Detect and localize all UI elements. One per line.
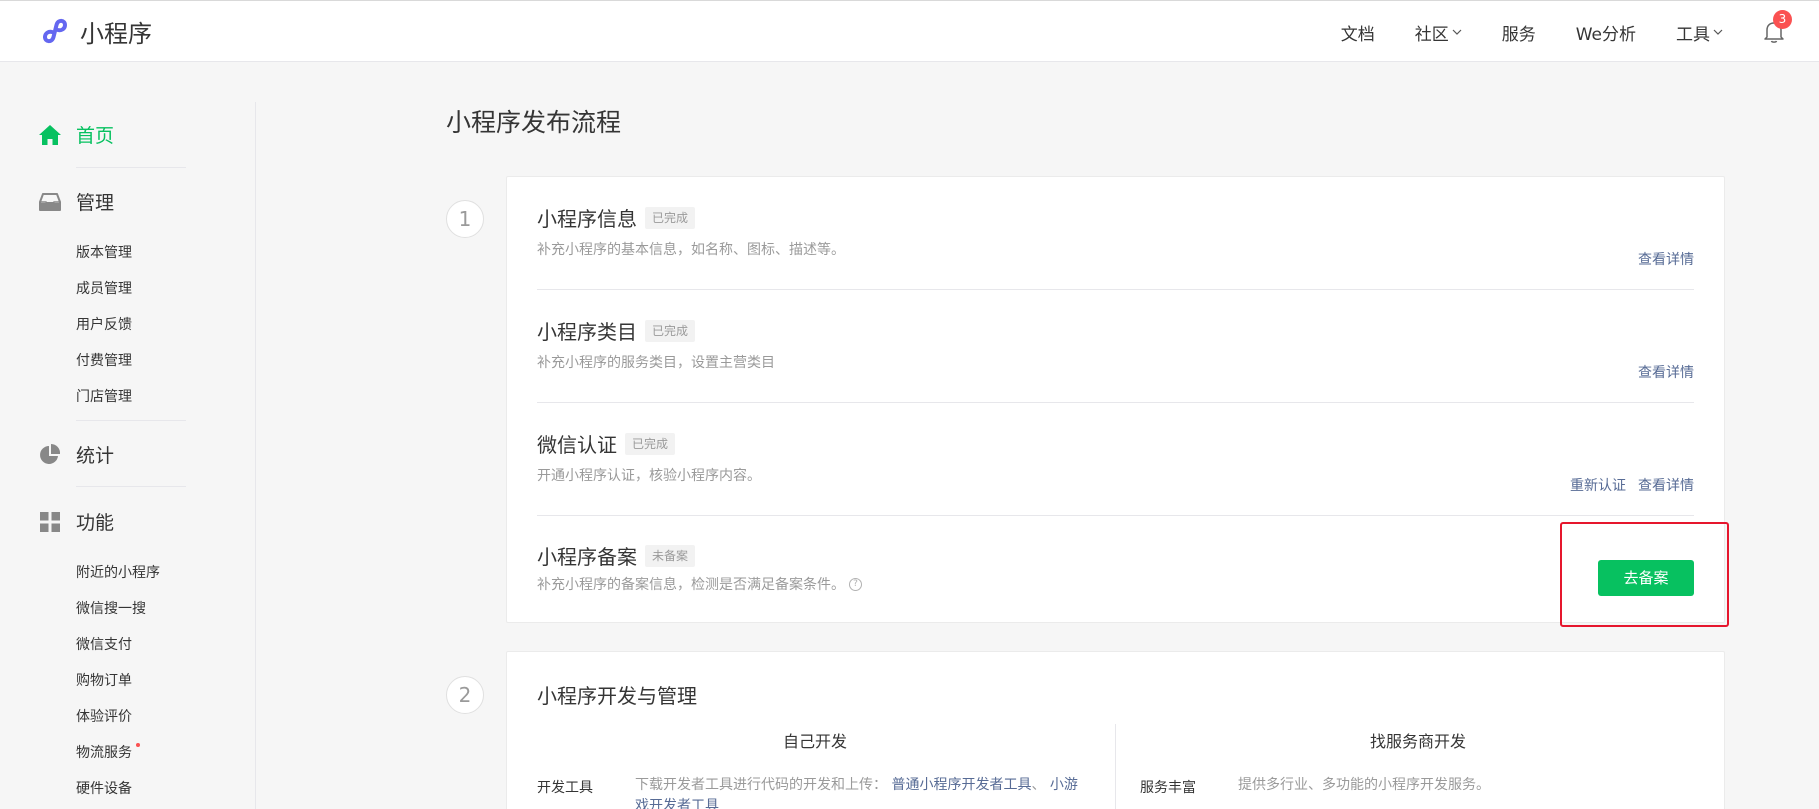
step-row-category: 小程序类目 已完成 补充小程序的服务类目，设置主营类目 查看详情 bbox=[537, 316, 1694, 403]
nav-docs[interactable]: 文档 bbox=[1341, 20, 1375, 45]
row-divider bbox=[537, 515, 1694, 516]
row-actions: 重新认证 查看详情 bbox=[1558, 475, 1694, 495]
service-provider-heading: 找服务商开发 bbox=[1370, 732, 1467, 751]
sidebar-separator bbox=[76, 486, 186, 487]
status-tag: 已完成 bbox=[645, 319, 696, 342]
sidebar-item-home-label: 首页 bbox=[76, 125, 115, 147]
sidebar: 首页 管理 版本管理 成员管理 用户反馈 付费管理 门店管理 统计 功能 附近的… bbox=[0, 62, 256, 809]
status-tag: 已完成 bbox=[625, 432, 676, 455]
nav-tools[interactable]: 工具 bbox=[1676, 20, 1723, 45]
sidebar-item-stats[interactable]: 统计 bbox=[38, 441, 114, 468]
nav-community-label: 社区 bbox=[1414, 24, 1449, 45]
notification-badge: 3 bbox=[1773, 10, 1792, 29]
mini-program-devtools-link[interactable]: 普通小程序开发者工具 bbox=[891, 777, 1031, 793]
sidebar-subitem-orders[interactable]: 购物订单 bbox=[76, 670, 132, 690]
page-title: 小程序发布流程 bbox=[446, 108, 622, 137]
step-row-desc: 补充小程序的服务类目，设置主营类目 bbox=[537, 355, 775, 371]
home-icon bbox=[39, 124, 61, 145]
step-row-desc-text: 补充小程序的备案信息，检测是否满足备案条件。 bbox=[537, 577, 845, 593]
row-actions: 查看详情 bbox=[1626, 362, 1694, 382]
nav-services[interactable]: 服务 bbox=[1502, 20, 1536, 45]
chevron-down-icon bbox=[1452, 29, 1462, 35]
step-row-desc: 补充小程序的基本信息，如名称、图标、描述等。 bbox=[537, 242, 845, 258]
sidebar-item-manage[interactable]: 管理 bbox=[38, 188, 114, 215]
step-row-title: 小程序类目 已完成 bbox=[537, 316, 696, 345]
sidebar-item-features-label: 功能 bbox=[76, 512, 115, 534]
link-separator: 、 bbox=[1031, 777, 1046, 793]
step-row-title: 小程序信息 已完成 bbox=[537, 203, 696, 232]
nav-tools-label: 工具 bbox=[1676, 24, 1710, 45]
column-divider bbox=[1115, 724, 1116, 809]
nav-services-label: 服务 bbox=[1501, 24, 1536, 45]
sidebar-item-manage-label: 管理 bbox=[76, 192, 115, 214]
top-header: 小程序 文档 社区 服务 We分析 工具 3 bbox=[0, 0, 1819, 62]
inbox-icon bbox=[39, 192, 61, 211]
sidebar-subitem-wechat-pay[interactable]: 微信支付 bbox=[76, 634, 132, 654]
reverify-link[interactable]: 重新认证 bbox=[1570, 475, 1626, 495]
sidebar-subitem-nearby[interactable]: 附近的小程序 bbox=[76, 562, 160, 582]
sidebar-subitem-hardware[interactable]: 硬件设备 bbox=[76, 778, 132, 798]
step2-title: 小程序开发与管理 bbox=[537, 684, 697, 708]
step-row-verification: 微信认证 已完成 开通小程序认证，核验小程序内容。 重新认证 查看详情 bbox=[537, 429, 1694, 516]
service-rich-desc: 提供多行业、多功能的小程序开发服务。 bbox=[1238, 777, 1490, 793]
sidebar-item-stats-label: 统计 bbox=[76, 445, 115, 467]
sidebar-separator bbox=[76, 167, 186, 168]
step-row-desc: 开通小程序认证，核验小程序内容。 bbox=[537, 468, 761, 484]
step-row-filing: 小程序备案 未备案 补充小程序的备案信息，检测是否满足备案条件。 ? bbox=[537, 541, 1694, 601]
step-row-title-text: 小程序信息 bbox=[537, 207, 637, 231]
sidebar-subitem-payment[interactable]: 付费管理 bbox=[76, 350, 132, 370]
new-dot-indicator bbox=[136, 743, 140, 747]
nav-we-analytics-label: We分析 bbox=[1575, 24, 1636, 45]
step-row-title-text: 小程序类目 bbox=[537, 320, 637, 344]
service-rich-label: 服务丰富 bbox=[1140, 780, 1196, 796]
sidebar-subitem-version[interactable]: 版本管理 bbox=[76, 242, 132, 262]
sidebar-subitem-reviews[interactable]: 体验评价 bbox=[76, 706, 132, 726]
nav-we-analytics[interactable]: We分析 bbox=[1576, 20, 1636, 45]
sidebar-separator bbox=[76, 420, 186, 421]
go-filing-button[interactable]: 去备案 bbox=[1598, 560, 1694, 596]
dev-tools-desc-text: 下载开发者工具进行代码的开发和上传： bbox=[635, 777, 887, 793]
brand[interactable]: 小程序 bbox=[38, 15, 152, 48]
chevron-down-icon bbox=[1713, 29, 1723, 35]
step-row-title-text: 小程序备案 bbox=[537, 545, 637, 569]
dev-tools-desc: 下载开发者工具进行代码的开发和上传： 普通小程序开发者工具、 小游戏开发者工具 bbox=[635, 775, 1087, 809]
pie-chart-icon bbox=[40, 443, 61, 464]
sidebar-item-features[interactable]: 功能 bbox=[38, 508, 114, 535]
status-tag: 已完成 bbox=[645, 206, 696, 229]
step-row-title: 微信认证 已完成 bbox=[537, 429, 676, 458]
self-develop-heading: 自己开发 bbox=[783, 732, 848, 751]
sidebar-subitem-search[interactable]: 微信搜一搜 bbox=[76, 598, 146, 618]
step-row-title-text: 微信认证 bbox=[537, 433, 617, 457]
help-icon[interactable]: ? bbox=[849, 577, 862, 591]
nav-docs-label: 文档 bbox=[1340, 24, 1375, 45]
row-divider bbox=[537, 289, 1694, 290]
notification-bell[interactable]: 3 bbox=[1763, 10, 1792, 44]
row-divider bbox=[537, 402, 1694, 403]
sidebar-subitem-stores[interactable]: 门店管理 bbox=[76, 386, 132, 406]
sidebar-divider bbox=[255, 102, 256, 809]
grid-icon bbox=[40, 511, 60, 532]
view-details-link[interactable]: 查看详情 bbox=[1638, 362, 1694, 382]
top-nav: 文档 社区 服务 We分析 工具 3 bbox=[1341, 1, 1819, 63]
view-details-link[interactable]: 查看详情 bbox=[1638, 475, 1694, 495]
step2-card: 小程序开发与管理 自己开发 开发工具 下载开发者工具进行代码的开发和上传： 普通… bbox=[506, 651, 1725, 809]
dev-tools-label: 开发工具 bbox=[537, 780, 593, 796]
miniprogram-logo-icon bbox=[43, 18, 68, 44]
brand-name: 小程序 bbox=[80, 19, 152, 48]
row-actions: 查看详情 bbox=[1626, 249, 1694, 269]
step-row-desc: 补充小程序的备案信息，检测是否满足备案条件。 ? bbox=[537, 574, 862, 594]
sidebar-subitem-logistics[interactable]: 物流服务 bbox=[76, 742, 140, 762]
view-details-link[interactable]: 查看详情 bbox=[1638, 249, 1694, 269]
nav-community[interactable]: 社区 bbox=[1415, 20, 1462, 45]
step-number: 1 bbox=[446, 200, 484, 238]
step-row-info: 小程序信息 已完成 补充小程序的基本信息，如名称、图标、描述等。 查看详情 bbox=[537, 203, 1694, 290]
status-tag: 未备案 bbox=[645, 544, 696, 567]
step1-card: 小程序信息 已完成 补充小程序的基本信息，如名称、图标、描述等。 查看详情 小程… bbox=[506, 176, 1725, 623]
sidebar-subitem-feedback[interactable]: 用户反馈 bbox=[76, 314, 132, 334]
sidebar-item-home[interactable]: 首页 bbox=[38, 121, 114, 148]
sidebar-subitem-members[interactable]: 成员管理 bbox=[76, 278, 132, 298]
sidebar-subitem-logistics-label: 物流服务 bbox=[76, 745, 132, 761]
step-row-title: 小程序备案 未备案 bbox=[537, 541, 696, 570]
step-number: 2 bbox=[446, 676, 484, 714]
